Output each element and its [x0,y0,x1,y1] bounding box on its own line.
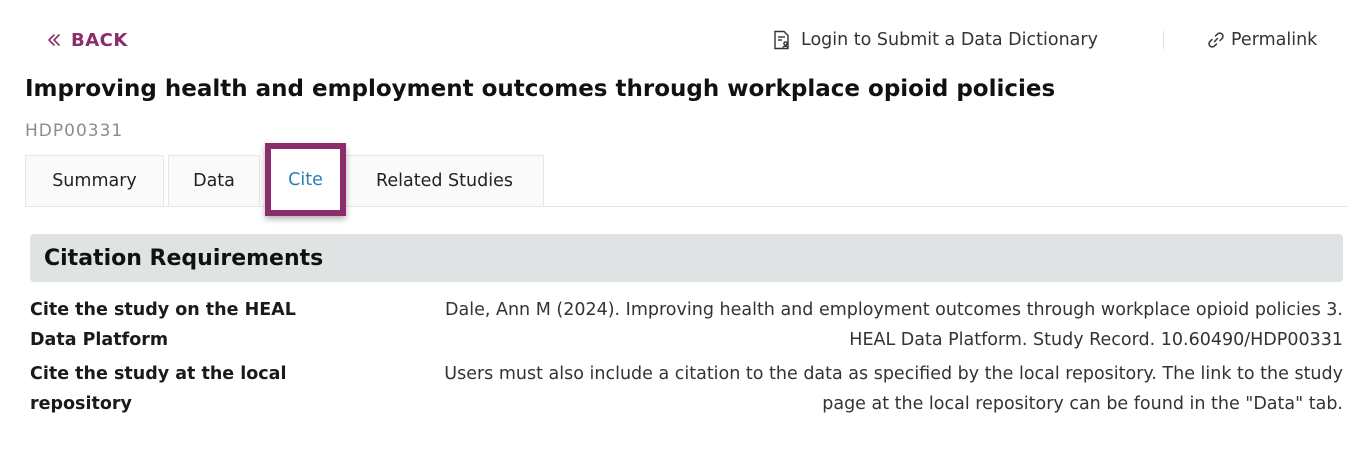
document-user-icon [773,30,791,50]
tab-bar: Summary Data Cite Related Studies [25,143,1348,216]
page-title: Improving health and employment outcomes… [25,76,1056,102]
citation-row-value: Users must also include a citation to th… [444,364,1343,414]
permalink-link[interactable]: Permalink [1207,26,1317,54]
top-nav: BACK Login to Submit a Data Dictionary P… [0,26,1372,54]
login-label: Login to Submit a Data Dictionary [801,30,1098,50]
tab-summary[interactable]: Summary [25,155,164,206]
study-id: HDP00331 [25,121,124,141]
tab-data[interactable]: Data [168,155,260,206]
login-submit-dictionary-link[interactable]: Login to Submit a Data Dictionary [773,26,1098,54]
nav-divider [1163,31,1164,49]
citation-row-label: Cite the study at the local repository [30,364,287,414]
tab-related-studies[interactable]: Related Studies [345,155,544,206]
section-heading: Citation Requirements [30,234,1343,282]
citation-row-heal: Cite the study on the HEAL Data Platform… [30,295,1343,355]
back-button[interactable]: BACK [46,26,128,54]
back-label: BACK [71,29,128,51]
double-chevron-left-icon [46,32,62,48]
citation-row-value: Dale, Ann M (2024). Improving health and… [445,300,1343,350]
tab-cite[interactable]: Cite [265,143,346,216]
link-icon [1207,31,1225,49]
permalink-label: Permalink [1231,30,1318,50]
citation-row-local-repository: Cite the study at the local repository U… [30,359,1343,419]
citation-row-label: Cite the study on the HEAL Data Platform [30,300,296,350]
